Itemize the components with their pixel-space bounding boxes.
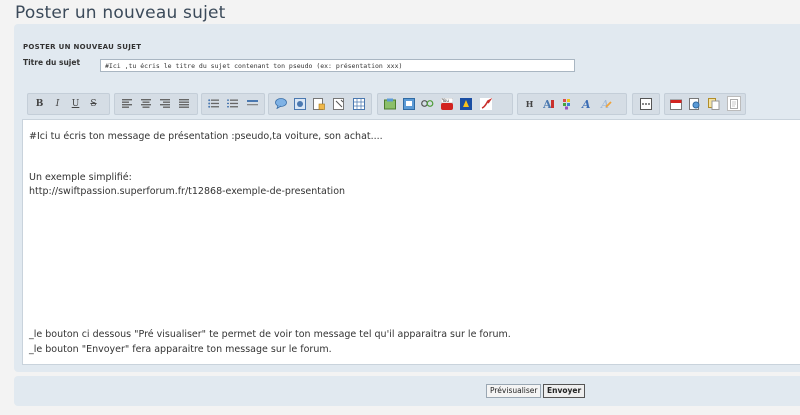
heading-icon[interactable]: H [523, 97, 536, 110]
youtube-icon[interactable]: You [440, 97, 453, 110]
message-textarea[interactable]: #Ici tu écris ton message de présentatio… [22, 119, 800, 365]
align-justify-icon[interactable] [177, 97, 190, 110]
preview-zoom-icon[interactable] [688, 97, 701, 110]
clear-format-icon[interactable]: A [599, 97, 612, 110]
svg-text:A: A [581, 98, 591, 110]
speech-bubble-icon[interactable] [274, 97, 287, 110]
form-heading: POSTER UN NOUVEAU SUJET [23, 43, 142, 51]
svg-text:A: A [600, 98, 609, 110]
bullet-list-icon[interactable] [207, 97, 220, 110]
bold-icon[interactable]: B [33, 97, 46, 110]
align-right-icon[interactable] [158, 97, 171, 110]
editor-line: _le bouton "Envoyer" fera apparaitre ton… [29, 344, 332, 355]
font-size-icon[interactable]: A [542, 97, 555, 110]
spoiler-icon[interactable] [293, 97, 306, 110]
numbered-list-icon[interactable] [226, 97, 239, 110]
font-icon[interactable]: A [580, 97, 593, 110]
flash-icon[interactable] [479, 97, 492, 110]
preview-button[interactable]: Prévisualiser [486, 384, 542, 398]
strikethrough-icon[interactable]: S [87, 97, 100, 110]
hide-icon[interactable] [312, 97, 325, 110]
table-icon[interactable] [352, 97, 365, 110]
italic-icon[interactable]: I [51, 97, 64, 110]
underline-icon[interactable]: U [69, 97, 82, 110]
editor-line: http://swiftpassion.superforum.fr/t12868… [29, 186, 346, 197]
paste-icon[interactable] [727, 96, 741, 111]
color-icon[interactable] [561, 97, 574, 110]
insert-image-icon[interactable] [383, 97, 396, 110]
dailymotion-icon[interactable] [459, 97, 472, 110]
align-center-icon[interactable] [139, 97, 152, 110]
copy-icon[interactable] [707, 97, 720, 110]
other-icon[interactable] [639, 97, 652, 110]
send-button[interactable]: Envoyer [543, 384, 586, 398]
editor-line: _le bouton ci dessous "Pré visualiser" t… [29, 329, 511, 340]
date-icon[interactable] [669, 97, 682, 110]
subject-input[interactable]: #Ici ,tu écris le titre du sujet contena… [100, 59, 575, 72]
editor-line: Un exemple simplifié: [29, 172, 132, 183]
editor-toolbar: B I U S You H A A A [27, 93, 800, 117]
subject-label: Titre du sujet [23, 58, 81, 67]
svg-text:You: You [441, 98, 449, 103]
link-icon[interactable] [421, 97, 434, 110]
horizontal-rule-icon[interactable] [246, 97, 259, 110]
page-title: Poster un nouveau sujet [15, 3, 226, 23]
editor-line: #Ici tu écris ton message de présentatio… [29, 131, 383, 142]
svg-text:A: A [543, 98, 552, 110]
form-footer [14, 376, 800, 406]
align-left-icon[interactable] [120, 97, 133, 110]
host-image-icon[interactable] [402, 97, 415, 110]
code-icon[interactable] [332, 97, 345, 110]
